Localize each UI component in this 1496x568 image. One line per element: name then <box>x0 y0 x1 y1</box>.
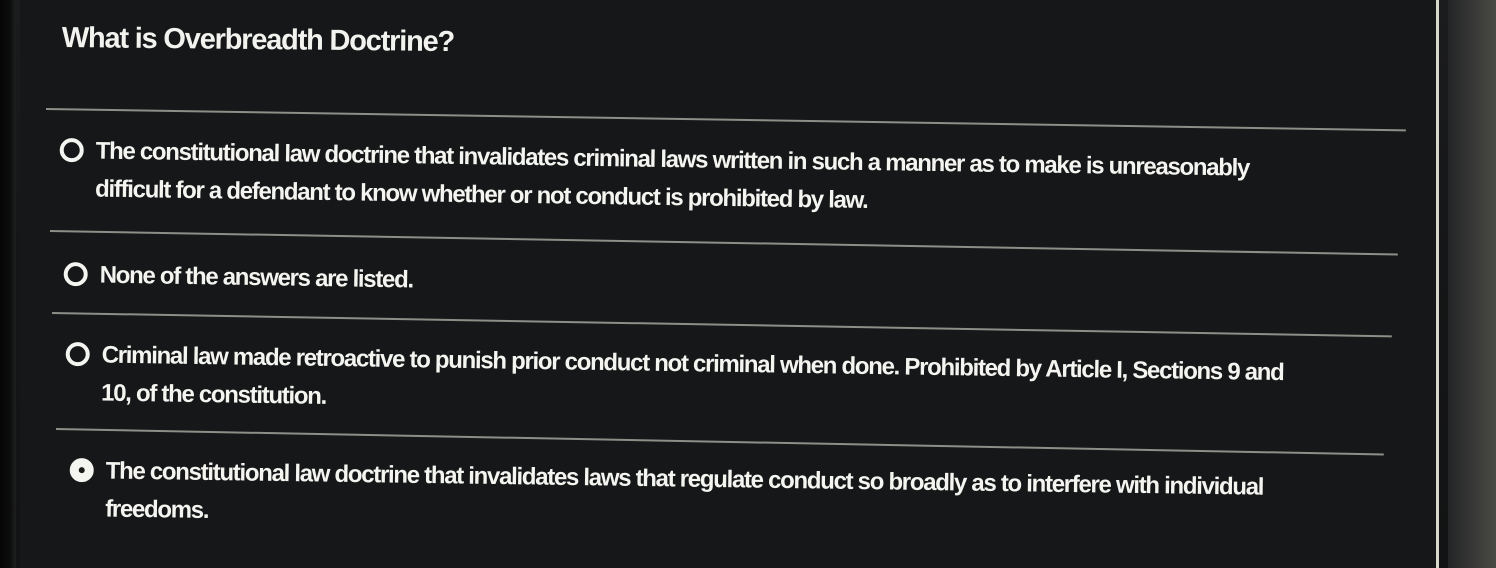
answer-option-4-text: The constitutional law doctrine that inv… <box>105 457 1264 524</box>
monitor-bezel-right <box>1448 0 1496 568</box>
radio-button-unselected[interactable] <box>59 137 84 163</box>
divider <box>55 428 1384 456</box>
answer-option-3-text: Criminal law made retroactive to punish … <box>100 341 1284 410</box>
divider <box>45 108 1406 132</box>
radio-button-unselected[interactable] <box>65 341 90 367</box>
answer-option-1[interactable]: The constitutional law doctrine that inv… <box>59 132 1300 226</box>
answer-option-3[interactable]: Criminal law made retroactive to punish … <box>65 336 1316 431</box>
screen: What is Overbreadth Doctrine? The consti… <box>0 0 1496 568</box>
monitor-bezel-left <box>0 0 16 568</box>
radio-button-selected[interactable] <box>69 457 94 483</box>
question-title: What is Overbreadth Doctrine? <box>61 22 455 59</box>
answer-option-1-text: The constitutional law doctrine that inv… <box>94 137 1250 214</box>
radio-button-unselected[interactable] <box>63 261 88 287</box>
answer-option-4[interactable]: The constitutional law doctrine that inv… <box>69 452 1340 546</box>
answer-option-2-text: None of the answers are listed. <box>99 261 414 294</box>
answer-option-2[interactable]: None of the answers are listed. <box>63 256 1303 313</box>
quiz-panel: What is Overbreadth Doctrine? The consti… <box>20 0 1439 568</box>
divider <box>51 312 1392 338</box>
divider <box>49 230 1398 256</box>
